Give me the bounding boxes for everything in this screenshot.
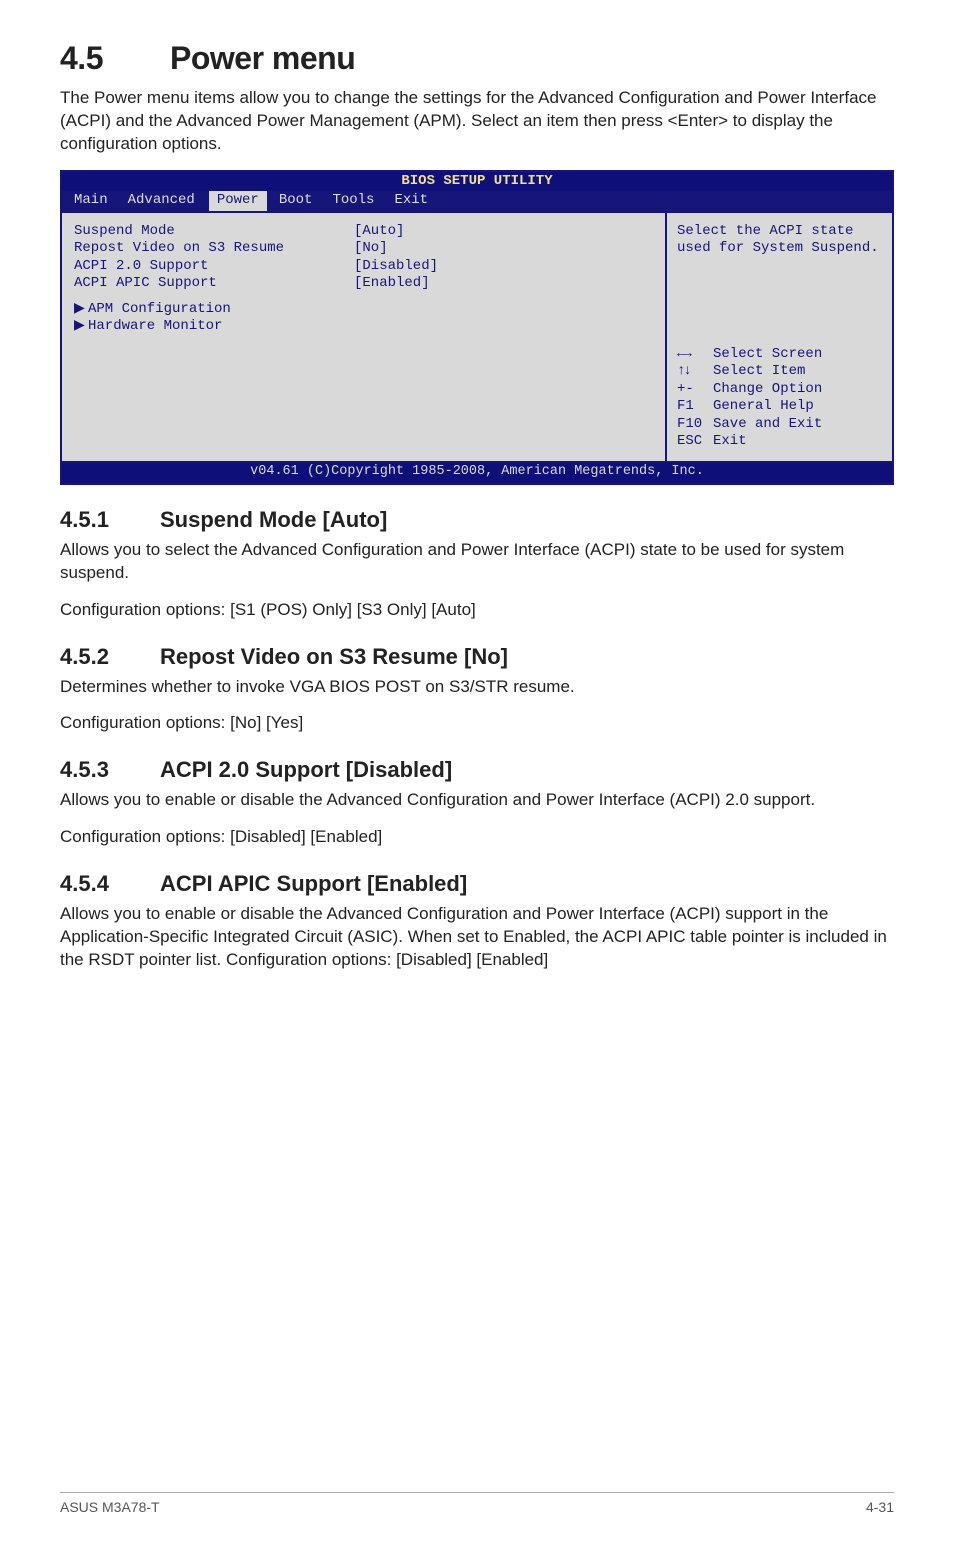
bios-menu-bar: Main Advanced Power Boot Tools Exit	[62, 191, 892, 213]
legend-row: F1General Help	[677, 398, 882, 416]
bios-option-value: [Disabled]	[354, 258, 438, 276]
subsection-heading: 4.5.3ACPI 2.0 Support [Disabled]	[60, 757, 894, 783]
bios-title-bar: BIOS SETUP UTILITY	[62, 172, 892, 192]
subsection-title: Repost Video on S3 Resume [No]	[160, 644, 508, 669]
bios-option-row[interactable]: Suspend Mode [Auto]	[74, 223, 653, 241]
subsection-body: Allows you to enable or disable the Adva…	[60, 903, 894, 972]
bios-option-value: [Enabled]	[354, 275, 430, 293]
legend-key: ESC	[677, 433, 713, 451]
bios-tab-power[interactable]: Power	[209, 191, 267, 211]
bios-option-label: Repost Video on S3 Resume	[74, 240, 354, 258]
bios-tab-main[interactable]: Main	[68, 191, 122, 211]
legend-label: General Help	[713, 398, 814, 414]
bios-option-label: ACPI APIC Support	[74, 275, 354, 293]
bios-submenu-row[interactable]: ▶APM Configuration	[74, 301, 653, 319]
section-heading: 4.5Power menu	[60, 40, 894, 77]
arrows-horizontal-icon	[677, 346, 713, 364]
subsection-heading: 4.5.1Suspend Mode [Auto]	[60, 507, 894, 533]
bios-tab-exit[interactable]: Exit	[388, 191, 442, 211]
legend-row: Select Screen	[677, 346, 882, 364]
arrows-vertical-icon	[677, 363, 713, 381]
bios-tab-tools[interactable]: Tools	[326, 191, 388, 211]
legend-label: Save and Exit	[713, 416, 822, 432]
bios-tab-advanced[interactable]: Advanced	[122, 191, 209, 211]
triangle-right-icon: ▶	[74, 301, 88, 319]
subsection-number: 4.5.3	[60, 757, 160, 783]
legend-row: F10Save and Exit	[677, 416, 882, 434]
subsection-number: 4.5.4	[60, 871, 160, 897]
bios-option-row[interactable]: ACPI APIC Support [Enabled]	[74, 275, 653, 293]
subsection-body: Allows you to enable or disable the Adva…	[60, 789, 894, 812]
page-footer: ASUS M3A78-T 4-31	[60, 1492, 894, 1515]
legend-label: Select Screen	[713, 346, 822, 362]
legend-row: Select Item	[677, 363, 882, 381]
subsection-body: Determines whether to invoke VGA BIOS PO…	[60, 676, 894, 699]
bios-help-pane: Select the ACPI state used for System Su…	[667, 213, 892, 463]
section-title-text: Power menu	[170, 40, 355, 76]
footer-right: 4-31	[866, 1499, 894, 1515]
bios-submenu-row[interactable]: ▶Hardware Monitor	[74, 318, 653, 336]
footer-left: ASUS M3A78-T	[60, 1499, 160, 1515]
legend-label: Change Option	[713, 381, 822, 397]
bios-option-value: [Auto]	[354, 223, 404, 241]
legend-row: +-Change Option	[677, 381, 882, 399]
bios-option-value: [No]	[354, 240, 388, 258]
bios-tab-boot[interactable]: Boot	[273, 191, 327, 211]
legend-label: Select Item	[713, 363, 805, 379]
bios-footer: v04.61 (C)Copyright 1985-2008, American …	[62, 463, 892, 483]
subsection-body: Allows you to select the Advanced Config…	[60, 539, 894, 585]
bios-help-text: Select the ACPI state used for System Su…	[677, 223, 882, 258]
subsection-heading: 4.5.2Repost Video on S3 Resume [No]	[60, 644, 894, 670]
subsection-title: ACPI 2.0 Support [Disabled]	[160, 757, 452, 782]
bios-submenu-label: APM Configuration	[88, 301, 231, 317]
legend-key: F10	[677, 416, 713, 434]
legend-label: Exit	[713, 433, 747, 449]
subsection-title: Suspend Mode [Auto]	[160, 507, 387, 532]
bios-option-label: Suspend Mode	[74, 223, 354, 241]
legend-key: F1	[677, 398, 713, 416]
subsection-title: ACPI APIC Support [Enabled]	[160, 871, 467, 896]
subsection-options: Configuration options: [Disabled] [Enabl…	[60, 826, 894, 849]
legend-key: +-	[677, 381, 713, 399]
bios-legend: Select Screen Select Item +-Change Optio…	[677, 346, 882, 451]
subsection-number: 4.5.1	[60, 507, 160, 533]
bios-window: BIOS SETUP UTILITY Main Advanced Power B…	[60, 170, 894, 485]
section-number: 4.5	[60, 40, 170, 77]
bios-option-row[interactable]: ACPI 2.0 Support [Disabled]	[74, 258, 653, 276]
subsection-options: Configuration options: [No] [Yes]	[60, 712, 894, 735]
legend-row: ESCExit	[677, 433, 882, 451]
subsection-heading: 4.5.4ACPI APIC Support [Enabled]	[60, 871, 894, 897]
bios-options-pane: Suspend Mode [Auto] Repost Video on S3 R…	[62, 213, 667, 463]
bios-option-label: ACPI 2.0 Support	[74, 258, 354, 276]
section-intro: The Power menu items allow you to change…	[60, 87, 894, 156]
triangle-right-icon: ▶	[74, 318, 88, 336]
subsection-options: Configuration options: [S1 (POS) Only] […	[60, 599, 894, 622]
bios-submenu-label: Hardware Monitor	[88, 318, 222, 334]
bios-option-row[interactable]: Repost Video on S3 Resume [No]	[74, 240, 653, 258]
subsection-number: 4.5.2	[60, 644, 160, 670]
